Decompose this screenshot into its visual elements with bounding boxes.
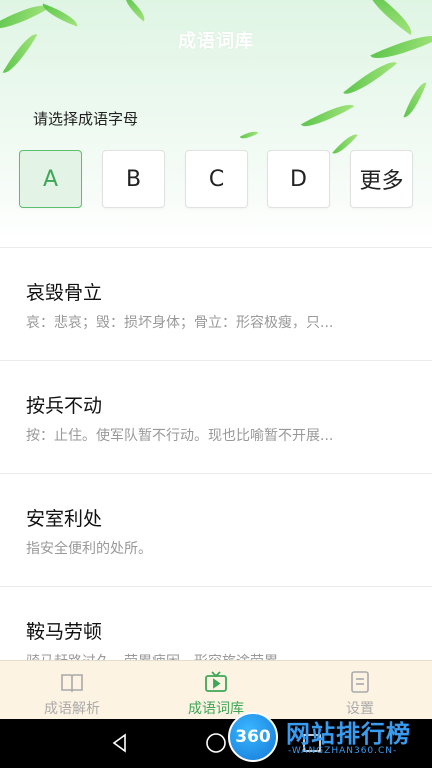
idiom-description: 哀：悲哀；毁：损坏身体；骨立：形容极瘦，只... [26, 315, 334, 331]
bamboo-leaf-decoration [120, 0, 150, 22]
idiom-description: 骑马赶路过久，劳累疲困。形容旅途劳累 [26, 651, 406, 660]
bamboo-leaf-decoration [300, 96, 355, 135]
bamboo-leaf-decoration [343, 54, 397, 102]
letter-button-b[interactable]: B [102, 150, 165, 208]
letter-prompt: 请选择成语字母 [33, 110, 139, 128]
tab-label: 成语解析 [44, 701, 100, 717]
watermark-text: 网站排行榜 [286, 720, 411, 748]
page-title: 成语词库 [178, 31, 254, 52]
letter-selector: A B C D 更多 [19, 150, 413, 208]
home-icon[interactable] [204, 731, 228, 755]
list-item[interactable]: 安室利处 指安全便利的处所。 [0, 474, 432, 587]
book-icon [61, 674, 83, 693]
idiom-word: 哀毁骨立 [26, 282, 103, 304]
letter-button-c[interactable]: C [185, 150, 248, 208]
watermark: 360 网站排行榜 -WANGZHAN360.CN- [228, 708, 428, 764]
idiom-word: 鞍马劳顿 [26, 621, 103, 643]
tab-idiom-analysis[interactable]: 成语解析 [0, 661, 144, 720]
idiom-word: 安室利处 [26, 508, 103, 530]
list-item[interactable]: 鞍马劳顿 骑马赶路过久，劳累疲困。形容旅途劳累 [0, 587, 432, 660]
watermark-subtext: -WANGZHAN360.CN- [288, 746, 398, 756]
header: 成语词库 请选择成语字母 A B C D 更多 [0, 0, 432, 240]
list-item[interactable]: 按兵不动 按：止住。使军队暂不行动。现也比喻暂不开展... [0, 361, 432, 474]
letter-button-a[interactable]: A [19, 150, 82, 208]
document-icon [351, 671, 369, 693]
idiom-description: 按：止住。使军队暂不行动。现也比喻暂不开展... [26, 428, 334, 444]
idiom-word: 按兵不动 [26, 395, 103, 417]
bamboo-leaf-decoration [39, 3, 81, 27]
bamboo-leaf-decoration [403, 79, 427, 121]
list-item[interactable]: 哀毁骨立 哀：悲哀；毁：损坏身体；骨立：形容极瘦，只... [0, 248, 432, 361]
back-icon[interactable] [108, 731, 132, 755]
tv-icon [205, 671, 227, 692]
idiom-description: 指安全便利的处所。 [26, 541, 152, 557]
letter-button-d[interactable]: D [267, 150, 330, 208]
bamboo-leaf-decoration [239, 127, 259, 143]
watermark-logo: 360 [228, 712, 278, 762]
idiom-list[interactable]: 哀毁骨立 哀：悲哀；毁：损坏身体；骨立：形容极瘦，只... 按兵不动 按：止住。… [0, 248, 432, 660]
letter-button-more[interactable]: 更多 [350, 150, 413, 208]
